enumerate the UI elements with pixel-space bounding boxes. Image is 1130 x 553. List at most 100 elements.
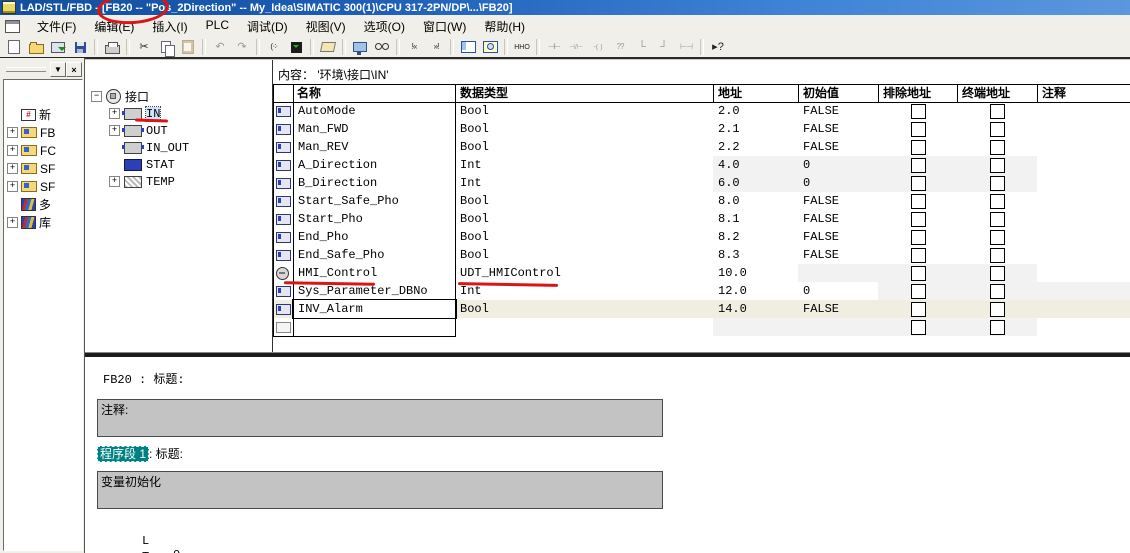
- expand-plus-icon[interactable]: +: [7, 217, 18, 228]
- datatype-cell[interactable]: Bool: [455, 300, 713, 318]
- datatype-cell[interactable]: Bool: [455, 210, 713, 228]
- terminal-address-checkbox[interactable]: [990, 158, 1005, 173]
- datatype-cell[interactable]: Bool: [455, 138, 713, 156]
- exclude-address-checkbox[interactable]: [911, 266, 926, 281]
- call-structure-button[interactable]: (⁘: [263, 38, 285, 57]
- expand-plus-icon[interactable]: +: [109, 176, 120, 187]
- contact-nc-button[interactable]: ⊣/⊢: [565, 38, 587, 57]
- initial-value-cell[interactable]: FALSE: [798, 228, 878, 246]
- terminal-address-checkbox[interactable]: [990, 122, 1005, 137]
- cut-button[interactable]: ✂: [133, 38, 155, 57]
- catalog-item-fb-blocks[interactable]: + FB: [4, 124, 80, 141]
- column-header-exclude-address[interactable]: 排除地址: [878, 84, 957, 102]
- column-header-address[interactable]: 地址: [713, 84, 798, 102]
- overview-button[interactable]: [479, 38, 501, 57]
- menu-options[interactable]: 选项(O): [355, 16, 414, 37]
- terminal-address-checkbox[interactable]: [990, 212, 1005, 227]
- comment-cell[interactable]: [1037, 138, 1130, 156]
- name-cell[interactable]: End_Safe_Pho: [293, 246, 456, 264]
- exclude-address-checkbox[interactable]: [911, 104, 926, 119]
- name-cell[interactable]: [293, 318, 456, 336]
- expand-plus-icon[interactable]: +: [109, 108, 120, 119]
- name-cell[interactable]: INV_Alarm: [293, 300, 456, 318]
- initial-value-cell[interactable]: [798, 264, 878, 282]
- save-button[interactable]: [69, 38, 91, 57]
- monitor-button[interactable]: [371, 38, 393, 57]
- empty-box-button[interactable]: ??: [609, 38, 631, 57]
- name-cell[interactable]: Man_REV: [293, 138, 456, 156]
- expand-plus-icon[interactable]: +: [7, 181, 18, 192]
- menu-window[interactable]: 窗口(W): [414, 16, 475, 37]
- terminal-address-checkbox[interactable]: [990, 320, 1005, 335]
- tree-root-interface[interactable]: − 接口: [91, 89, 149, 104]
- terminal-address-checkbox[interactable]: [990, 230, 1005, 245]
- datatype-cell[interactable]: Bool: [455, 120, 713, 138]
- name-cell[interactable]: A_Direction: [293, 156, 456, 174]
- name-cell[interactable]: AutoMode: [293, 102, 456, 120]
- tree-item-temp[interactable]: + TEMP: [109, 174, 175, 189]
- expand-plus-icon[interactable]: +: [7, 163, 18, 174]
- panel-close-button[interactable]: ×: [66, 62, 82, 77]
- column-header-datatype[interactable]: 数据类型: [455, 84, 713, 102]
- expand-plus-icon[interactable]: +: [7, 127, 18, 138]
- terminal-address-checkbox[interactable]: [990, 176, 1005, 191]
- comment-cell[interactable]: [1037, 300, 1130, 318]
- new-file-button[interactable]: [3, 38, 25, 57]
- exclude-address-checkbox[interactable]: [911, 284, 926, 299]
- name-cell[interactable]: Start_Safe_Pho: [293, 192, 456, 210]
- menu-file[interactable]: 文件(F): [28, 16, 85, 37]
- close-branch-button[interactable]: ┘: [653, 38, 675, 57]
- initial-value-cell[interactable]: FALSE: [798, 300, 878, 318]
- exclude-address-checkbox[interactable]: [911, 194, 926, 209]
- comment-cell[interactable]: [1037, 192, 1130, 210]
- name-cell[interactable]: B_Direction: [293, 174, 456, 192]
- exclude-address-checkbox[interactable]: [911, 302, 926, 317]
- block-comment-box[interactable]: 注释:: [97, 399, 663, 437]
- datatype-cell[interactable]: Bool: [455, 228, 713, 246]
- datatype-cell[interactable]: Int: [455, 156, 713, 174]
- symbol-information-button[interactable]: [317, 38, 339, 57]
- datatype-cell[interactable]: Bool: [455, 246, 713, 264]
- exclude-address-checkbox[interactable]: [911, 176, 926, 191]
- tree-item-stat[interactable]: + STAT: [109, 157, 175, 172]
- comment-cell[interactable]: [1037, 228, 1130, 246]
- terminal-address-checkbox[interactable]: [990, 266, 1005, 281]
- terminal-address-checkbox[interactable]: [990, 140, 1005, 155]
- column-header-name[interactable]: 名称: [293, 84, 456, 102]
- comment-cell[interactable]: [1037, 120, 1130, 138]
- stl-code-line[interactable]: T #ElementData_DBNo #ElementData_DBNo: [85, 536, 1085, 552]
- datatype-cell[interactable]: Bool: [455, 192, 713, 210]
- paste-button[interactable]: [177, 38, 199, 57]
- terminal-address-checkbox[interactable]: [990, 284, 1005, 299]
- terminal-address-checkbox[interactable]: [990, 194, 1005, 209]
- catalog-item-sfb-blocks[interactable]: + SF: [4, 160, 80, 177]
- comment-cell[interactable]: [1037, 102, 1130, 120]
- initial-value-cell[interactable]: FALSE: [798, 120, 878, 138]
- catalog-item-fc-blocks[interactable]: + FC: [4, 142, 80, 159]
- network-label-highlighted[interactable]: 程序段 1: [97, 446, 149, 462]
- column-header-comment[interactable]: 注释: [1037, 84, 1130, 102]
- initial-value-cell[interactable]: FALSE: [798, 246, 878, 264]
- copy-button[interactable]: [155, 38, 177, 57]
- exclude-address-checkbox[interactable]: [911, 212, 926, 227]
- undo-button[interactable]: ↶: [209, 38, 231, 57]
- help-pointer-button[interactable]: ▸?: [707, 38, 729, 57]
- initial-value-cell[interactable]: FALSE: [798, 210, 878, 228]
- datatype-cell[interactable]: Int: [455, 174, 713, 192]
- menu-help[interactable]: 帮助(H): [475, 16, 534, 37]
- open-button[interactable]: [25, 38, 47, 57]
- block-title[interactable]: FB20 : 标题:: [103, 370, 185, 387]
- comment-cell[interactable]: [1037, 264, 1130, 282]
- datatype-cell[interactable]: [455, 318, 713, 336]
- symbolic-representation-button[interactable]: HHO: [511, 38, 533, 57]
- collapse-minus-icon[interactable]: −: [91, 91, 102, 102]
- exclude-address-checkbox[interactable]: [911, 320, 926, 335]
- initial-value-cell[interactable]: FALSE: [798, 138, 878, 156]
- comment-cell[interactable]: [1037, 174, 1130, 192]
- contact-no-button[interactable]: ⊣⊢: [543, 38, 565, 57]
- comment-cell[interactable]: [1037, 156, 1130, 174]
- initial-value-cell[interactable]: [798, 318, 878, 336]
- exclude-address-checkbox[interactable]: [911, 158, 926, 173]
- name-cell[interactable]: End_Pho: [293, 228, 456, 246]
- previous-error-button[interactable]: !«: [403, 38, 425, 57]
